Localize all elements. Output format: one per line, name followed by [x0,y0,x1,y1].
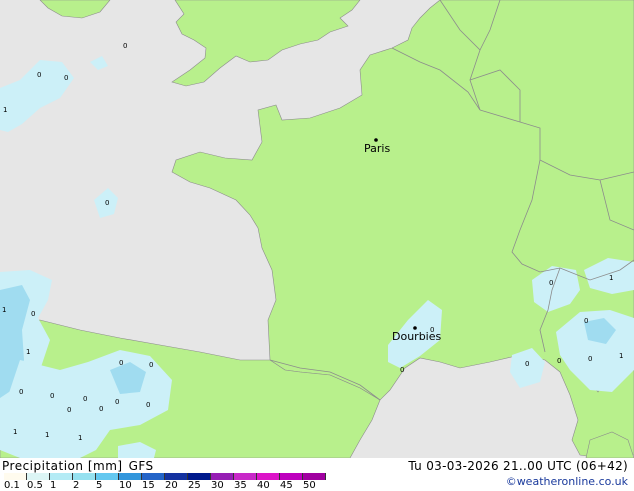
scale-tick-label: 5 [96,480,103,491]
cell-value: 1 [45,431,49,439]
cell-value: 0 [105,199,109,207]
scale-swatch [234,473,257,480]
cell-value: 0 [31,310,35,318]
scale-tick-label: 15 [142,480,155,491]
cell-value: 0 [19,388,23,396]
model-label: GFS [128,459,154,473]
scale-swatch [303,473,326,480]
scale-tick-label: 2 [73,480,80,491]
scale-tick-label: 0.5 [27,480,43,491]
map-footer: Precipitation [mm] GFS Tu 03-03-2026 21..… [0,458,634,491]
precipitation-map[interactable]: Paris Dourbies 0 0 0 1 0 1 0 1 0 0 0 0 0… [0,0,634,458]
cell-value: 0 [430,326,434,334]
valid-time: Tu 03-03-2026 21..00 UTC (06+42) [408,459,628,473]
cell-value: 0 [83,395,87,403]
scale-swatch [211,473,234,480]
cell-value: 0 [115,398,119,406]
scale-tick-label: 35 [234,480,247,491]
cell-value: 0 [149,361,153,369]
scale-tick-label: 30 [211,480,224,491]
scale-swatch [27,473,50,480]
cell-value: 0 [146,401,150,409]
scale-swatch [188,473,211,480]
credit-link[interactable]: ©weatheronline.co.uk [506,475,628,488]
scale-tick-label: 40 [257,480,270,491]
cell-value: 1 [2,306,6,314]
scale-tick-label: 10 [119,480,132,491]
scale-tick-label: 1 [50,480,57,491]
cell-value: 1 [619,352,623,360]
cell-value: 0 [525,360,529,368]
cell-value: 0 [584,317,588,325]
cell-value: 1 [609,274,613,282]
scale-swatch [73,473,96,480]
cell-value: 0 [50,392,54,400]
precipitation-label: Precipitation [mm] [2,459,123,473]
scale-swatch [50,473,73,480]
scale-swatch [142,473,165,480]
legend-title: Precipitation [mm] GFS [2,459,160,473]
scale-swatch [4,473,27,480]
scale-tick-label: 25 [188,480,201,491]
cell-value: 0 [557,357,561,365]
cell-value: 0 [67,406,71,414]
cell-value: 0 [99,405,103,413]
cell-value: 0 [123,42,127,50]
scale-swatch [119,473,142,480]
scale-tick-label: 45 [280,480,293,491]
cell-value: 0 [119,359,123,367]
scale-swatch [257,473,280,480]
cell-value: 1 [26,348,30,356]
cell-value: 0 [400,366,404,374]
scale-swatch [96,473,119,480]
map-canvas: Paris Dourbies 0 0 0 1 0 1 0 1 0 0 0 0 0… [0,0,634,458]
scale-tick-label: 20 [165,480,178,491]
cell-value: 0 [64,74,68,82]
scale-tick-label: 50 [303,480,316,491]
scale-swatch [280,473,303,480]
cell-value: 1 [78,434,82,442]
cell-value: 1 [3,106,7,114]
cell-value: 0 [37,71,41,79]
cell-value: 0 [588,355,592,363]
cell-value: 1 [13,428,17,436]
scale-swatch [165,473,188,480]
cell-value: 0 [549,279,553,287]
color-scale [4,473,326,480]
paris-label: Paris [364,142,390,155]
scale-tick-label: 0.1 [4,480,20,491]
